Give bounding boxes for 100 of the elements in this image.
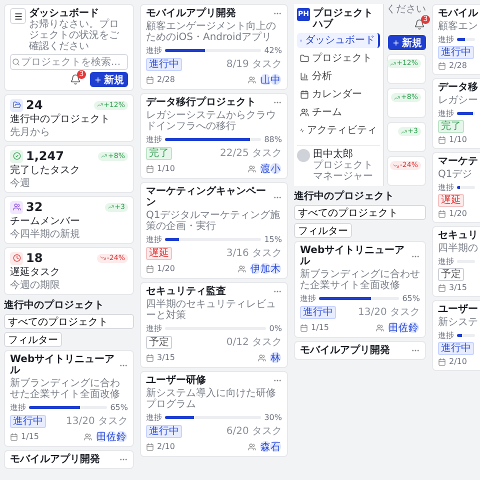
nav-item[interactable]: アクティビティ xyxy=(297,123,380,138)
project-scope-select[interactable]: すべてのプロジェクト xyxy=(294,205,426,220)
member-avatar: 佐 xyxy=(105,430,118,443)
project-title: セキュリティ監査 xyxy=(146,286,226,297)
project-title: データ移行プロジェクト xyxy=(146,97,256,108)
plus-icon xyxy=(392,38,400,46)
progress-bar xyxy=(457,38,475,41)
progress-percent: 30% xyxy=(264,412,282,423)
calendar-icon xyxy=(10,432,18,440)
progress-label: 進捗 xyxy=(146,134,162,145)
progress-percent: 0% xyxy=(269,323,282,334)
project-description: Q1デジタルマーケティング施策の企画・実行 xyxy=(146,210,282,232)
page-subtitle: ください xyxy=(386,4,426,15)
status-badge: 遅延 xyxy=(146,247,172,260)
due-date: 1/10 xyxy=(157,163,175,174)
users-icon xyxy=(376,324,384,332)
member-avatar: 佐 xyxy=(397,321,410,334)
section-title: 進行中のプロジェクト xyxy=(294,191,395,202)
calendar-icon xyxy=(438,136,446,144)
member-avatar: 鈴 xyxy=(115,430,128,443)
filter-button[interactable]: フィルター xyxy=(4,332,62,347)
due-date: 2/10 xyxy=(449,356,467,367)
progress-label: 進捗 xyxy=(10,402,26,413)
filter-button[interactable]: フィルター xyxy=(294,223,352,238)
status-badge: 予定 xyxy=(146,336,172,349)
member-avatar: 林 xyxy=(269,351,282,364)
project-description: 新ブランディングに合わせた企業サイト全面改修 xyxy=(300,269,420,291)
users-icon xyxy=(248,164,256,172)
stat-label: 完了したタスク xyxy=(10,165,81,176)
page-subtitle: お帰りなさい。プロジェクトの状況をご確認ください xyxy=(29,19,120,52)
brand-name: プロジェクトハブ xyxy=(313,8,374,30)
menu-button[interactable] xyxy=(10,8,26,24)
progress-label: 進捗 xyxy=(146,45,162,56)
calendar-icon xyxy=(146,442,154,450)
status-badge: 進行中 xyxy=(146,58,182,71)
users-icon xyxy=(248,76,256,84)
nav-item[interactable]: ダッシュボード xyxy=(297,33,380,48)
stat-value: 32 xyxy=(26,200,43,214)
due-date: 3/15 xyxy=(157,352,175,363)
calendar-icon xyxy=(300,324,308,332)
users-icon xyxy=(258,354,266,362)
project-description: 新システ xyxy=(438,317,475,328)
member-avatar: 加 xyxy=(259,262,272,275)
member-avatar: 田 xyxy=(95,430,108,443)
nav-item[interactable]: カレンダー xyxy=(297,87,380,102)
calendar-icon xyxy=(146,264,154,272)
folder-icon xyxy=(300,54,309,63)
member-avatar: 田 xyxy=(387,321,400,334)
due-date: 1/15 xyxy=(21,431,39,442)
status-badge: 進行中 xyxy=(300,306,336,319)
new-button[interactable]: 新規 xyxy=(90,72,128,87)
progress-label: 進捗 xyxy=(438,330,454,341)
project-scope-select[interactable]: すべてのプロジェクト xyxy=(4,314,134,329)
member-avatar: 中 xyxy=(269,73,282,86)
progress-percent: 65% xyxy=(402,293,420,304)
due-date: 2/10 xyxy=(157,441,175,452)
project-description: レガシー xyxy=(438,95,475,106)
progress-label: 進捗 xyxy=(438,108,454,119)
progress-bar xyxy=(457,112,475,115)
member-avatar: 森 xyxy=(259,440,272,453)
status-badge: 進行中 xyxy=(10,415,46,428)
progress-label: 進捗 xyxy=(438,256,454,267)
project-title: マーケティングキャンペーン xyxy=(146,186,267,208)
bar-chart-icon xyxy=(300,72,309,81)
status-badge: 進行中 xyxy=(438,342,474,355)
progress-label: 進捗 xyxy=(300,293,316,304)
member-avatar: 小 xyxy=(269,162,282,175)
progress-label: 進捗 xyxy=(146,234,162,245)
task-count: 13/20 タスク xyxy=(66,416,128,427)
project-title: モバイルアプリ開発 xyxy=(10,454,100,465)
project-description: 顧客エン xyxy=(438,21,475,32)
project-title: セキュリ xyxy=(438,230,475,241)
users-icon xyxy=(238,264,246,272)
activity-icon xyxy=(300,126,304,135)
due-date: 1/20 xyxy=(157,263,175,274)
stat-label: チームメンバー xyxy=(10,216,81,227)
new-button[interactable]: 新規 xyxy=(388,35,426,50)
member-avatar: 山 xyxy=(259,73,272,86)
stat-label: 遅延タスク xyxy=(10,267,61,278)
calendar-icon xyxy=(146,76,154,84)
stat-value: 24 xyxy=(26,98,43,112)
progress-label: 進捗 xyxy=(438,182,454,193)
nav-item[interactable]: プロジェクト xyxy=(297,51,380,66)
project-description: 顧客エンゲージメント向上のためのiOS・Androidアプリ xyxy=(146,21,277,43)
progress-percent: 42% xyxy=(264,45,282,56)
calendar-icon xyxy=(300,90,309,99)
section-title: 進行中のプロジェクト xyxy=(4,300,105,311)
stat-value: 1,247 xyxy=(26,149,64,163)
task-count: 3/16 タスク xyxy=(226,248,282,259)
project-description: 四半期のセキュリティレビューと対策 xyxy=(146,299,277,321)
stat-label: 進行中のプロジェクト xyxy=(10,114,111,125)
nav-item[interactable]: チーム xyxy=(297,105,380,120)
status-badge: 進行中 xyxy=(146,425,182,438)
due-date: 2/28 xyxy=(449,60,467,71)
calendar-icon xyxy=(438,62,446,70)
users-icon xyxy=(10,200,23,214)
menu-icon xyxy=(14,12,22,20)
task-count: 13/20 タスク xyxy=(358,307,420,318)
member-avatar: 伊 xyxy=(249,262,262,275)
nav-item[interactable]: 分析 xyxy=(297,69,380,84)
